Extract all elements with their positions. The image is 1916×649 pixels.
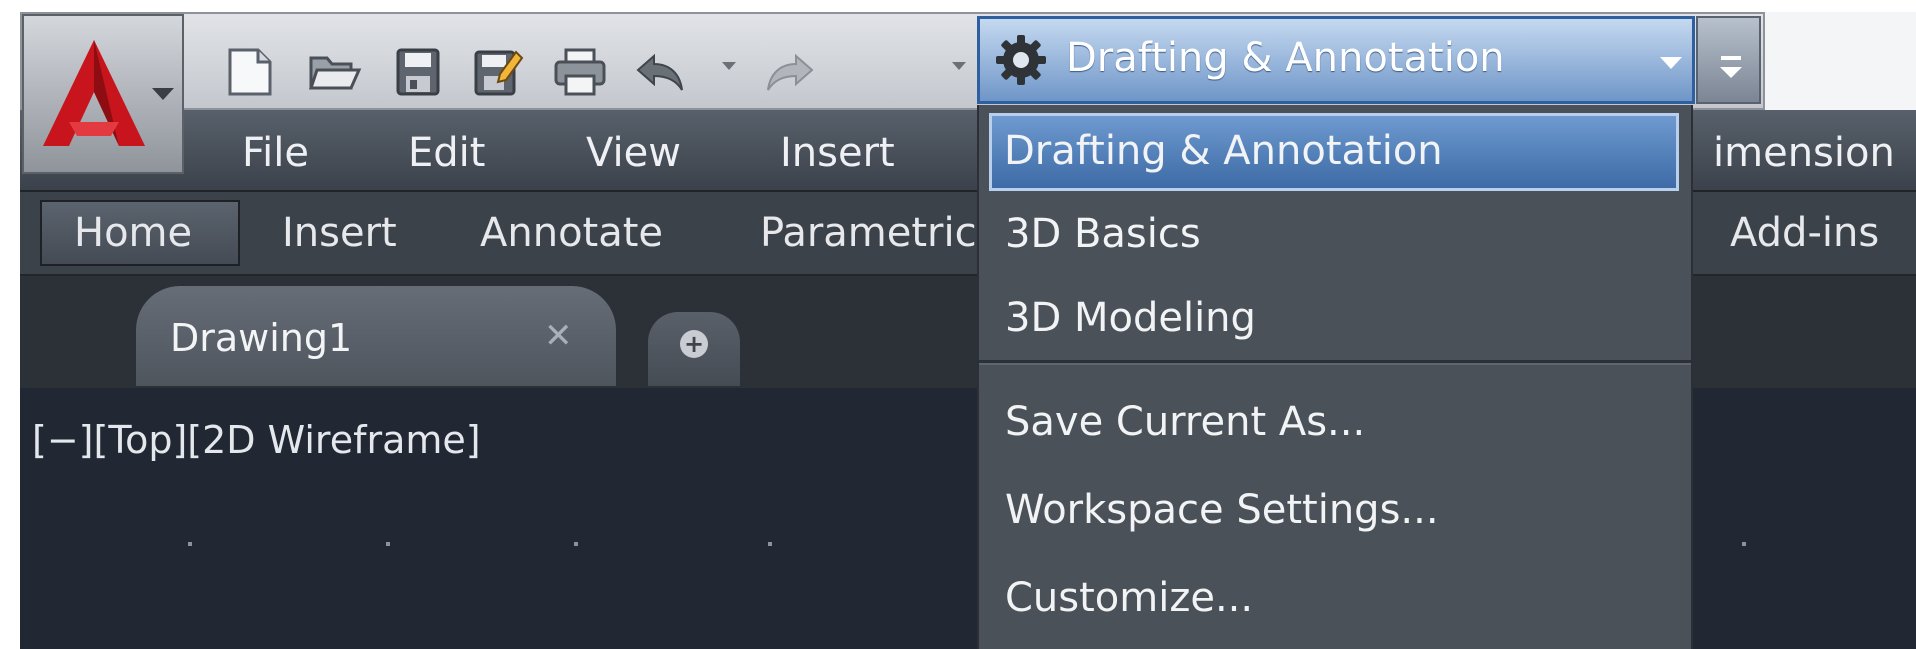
workspace-option-label: Drafting & Annotation bbox=[1004, 128, 1443, 174]
workspace-option-drafting-annotation[interactable]: Drafting & Annotation bbox=[989, 113, 1679, 191]
undo-dropdown-arrow[interactable] bbox=[722, 62, 736, 70]
menu-action-label: Workspace Settings... bbox=[1005, 487, 1439, 533]
tab-parametric[interactable]: Parametric bbox=[760, 210, 977, 256]
new-file-icon[interactable] bbox=[222, 44, 278, 100]
save-current-as-item[interactable]: Save Current As... bbox=[979, 383, 1691, 461]
grid-dot bbox=[768, 542, 772, 546]
menu-view[interactable]: View bbox=[586, 130, 681, 176]
menu-action-label: Save Current As... bbox=[1005, 399, 1366, 445]
application-menu-button[interactable] bbox=[22, 14, 184, 174]
save-as-icon[interactable] bbox=[470, 44, 526, 100]
plus-icon: + bbox=[680, 330, 708, 358]
autocad-logo-icon bbox=[43, 40, 145, 146]
viewport-controls-label[interactable]: [−][Top][2D Wireframe] bbox=[32, 418, 481, 462]
customize-item[interactable]: Customize... bbox=[979, 559, 1691, 637]
workspace-dropdown-menu: Drafting & Annotation 3D Basics 3D Model… bbox=[977, 105, 1693, 649]
redo-dropdown-arrow[interactable] bbox=[952, 62, 966, 70]
autocad-window: Drafting & Annotation File Edit View Ins… bbox=[0, 0, 1916, 649]
workspace-option-3d-basics[interactable]: 3D Basics bbox=[979, 195, 1691, 273]
workspace-current-label: Drafting & Annotation bbox=[1066, 35, 1505, 81]
open-folder-icon[interactable] bbox=[307, 44, 363, 100]
menu-action-label: Customize... bbox=[1005, 575, 1254, 621]
grid-dot bbox=[188, 542, 192, 546]
close-icon[interactable]: ✕ bbox=[544, 316, 573, 356]
menu-edit[interactable]: Edit bbox=[408, 130, 485, 176]
chevron-down-icon bbox=[1660, 57, 1682, 69]
new-drawing-tab-button[interactable]: + bbox=[648, 312, 740, 386]
chevron-down-icon bbox=[152, 88, 174, 100]
workspace-settings-item[interactable]: Workspace Settings... bbox=[979, 471, 1691, 549]
tab-annotate[interactable]: Annotate bbox=[480, 210, 663, 256]
tab-insert[interactable]: Insert bbox=[282, 210, 397, 256]
menu-insert[interactable]: Insert bbox=[780, 130, 895, 176]
grid-dot bbox=[1742, 542, 1746, 546]
chevron-down-icon bbox=[1720, 67, 1742, 78]
grid-dot bbox=[574, 542, 578, 546]
print-icon[interactable] bbox=[552, 44, 608, 100]
save-icon[interactable] bbox=[390, 44, 446, 100]
grid-dot bbox=[386, 542, 390, 546]
title-bar-background bbox=[1765, 12, 1916, 110]
workspace-switcher[interactable]: Drafting & Annotation bbox=[977, 16, 1695, 104]
menu-divider bbox=[979, 363, 1691, 365]
workspace-option-label: 3D Modeling bbox=[1005, 295, 1256, 341]
undo-icon[interactable] bbox=[632, 44, 688, 100]
drawing-tab[interactable]: Drawing1 ✕ bbox=[136, 286, 616, 386]
redo-icon[interactable] bbox=[762, 44, 818, 100]
drawing-tab-label: Drawing1 bbox=[170, 316, 353, 360]
customize-bar-icon bbox=[1721, 56, 1741, 60]
tab-add-ins[interactable]: Add-ins bbox=[1730, 210, 1879, 256]
tab-home[interactable]: Home bbox=[74, 210, 192, 256]
menu-dimension[interactable]: imension bbox=[1713, 130, 1895, 176]
customize-quick-access-button[interactable] bbox=[1696, 16, 1761, 104]
workspace-option-label: 3D Basics bbox=[1005, 211, 1201, 257]
workspace-option-3d-modeling[interactable]: 3D Modeling bbox=[979, 279, 1691, 357]
menu-file[interactable]: File bbox=[242, 130, 309, 176]
gear-icon bbox=[996, 35, 1046, 85]
